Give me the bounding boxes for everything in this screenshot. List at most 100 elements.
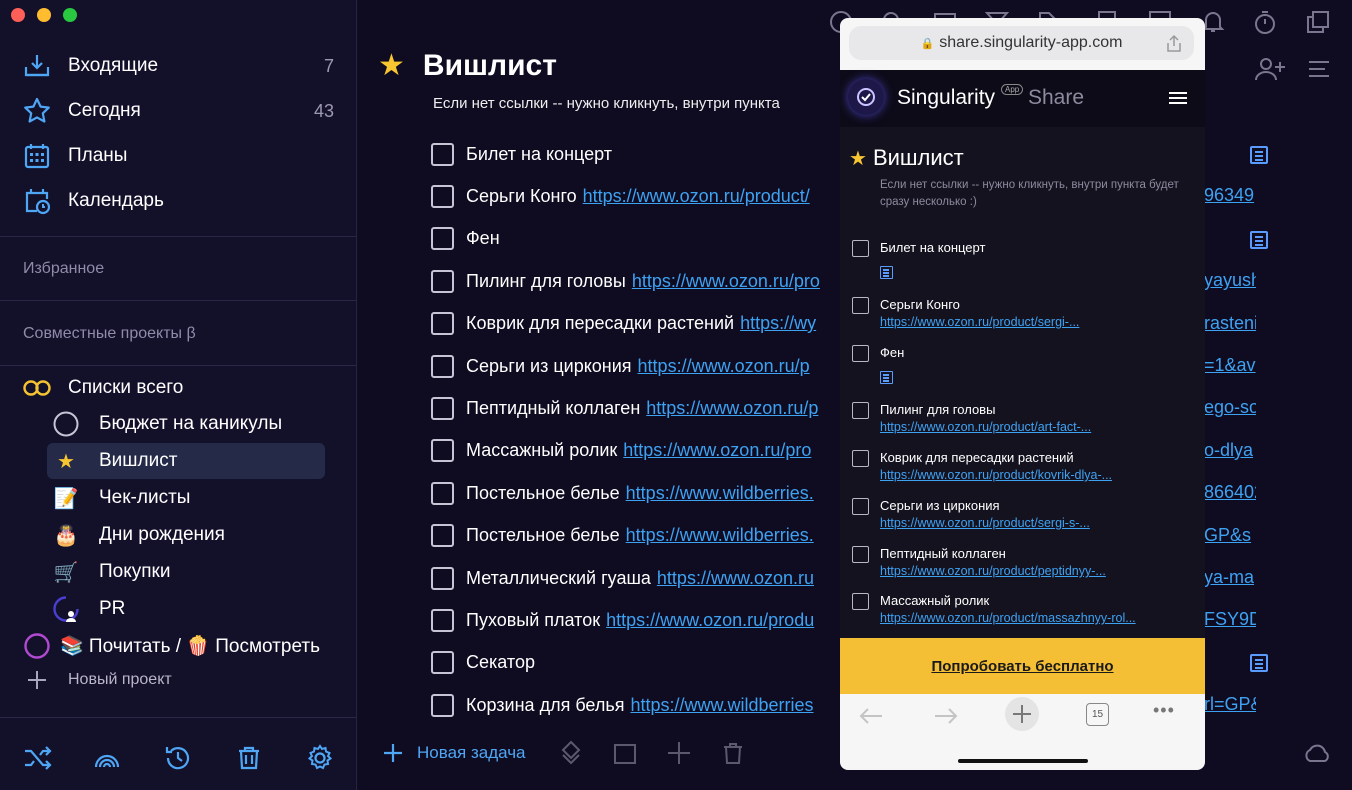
project-item-wishlist[interactable]: ★ Вишлист xyxy=(47,443,325,479)
task-link-fragment[interactable]: ego-so xyxy=(1204,397,1256,418)
task-checkbox[interactable] xyxy=(431,396,454,420)
task-link[interactable]: https://wy xyxy=(740,313,816,334)
project-group-lists[interactable]: Списки всего xyxy=(22,372,334,404)
task-title[interactable]: Металлический гуаша xyxy=(466,568,651,589)
try-free-button[interactable]: Попробовать бесплатно xyxy=(840,638,1205,694)
layers-icon[interactable] xyxy=(558,740,584,766)
task-checkbox[interactable] xyxy=(852,546,869,563)
task-checkbox[interactable] xyxy=(431,269,454,293)
calendar-icon[interactable] xyxy=(612,740,638,766)
task-link[interactable]: https://www.ozon.ru/p xyxy=(646,398,818,419)
task-row[interactable]: Секатор xyxy=(431,649,831,677)
task-title[interactable]: Билет на концерт xyxy=(466,144,612,165)
task-checkbox[interactable] xyxy=(431,227,454,251)
task-checkbox[interactable] xyxy=(431,481,454,505)
task-title[interactable]: Постельное белье xyxy=(466,525,620,546)
task-link[interactable]: https://www.ozon.ru/product/massazhnyy-r… xyxy=(880,611,1136,625)
task-link[interactable]: https://www.ozon.ru/product/ xyxy=(583,186,810,207)
task-checkbox[interactable] xyxy=(852,240,869,257)
task-link[interactable]: https://www.ozon.ru/produ xyxy=(606,610,814,631)
more-dots-icon[interactable]: ••• xyxy=(1153,700,1175,721)
task-title[interactable]: Секатор xyxy=(466,652,535,673)
task-link-fragment[interactable]: 96349 xyxy=(1204,185,1256,206)
task-title[interactable]: Пуховый платок xyxy=(466,610,600,631)
task-link[interactable]: https://www.wildberries. xyxy=(626,483,814,504)
task-checkbox[interactable] xyxy=(431,651,454,675)
task-link[interactable]: https://www.ozon.ru/product/peptidnyy-..… xyxy=(880,564,1106,578)
project-description[interactable]: Если нет ссылки -- нужно кликнуть, внутр… xyxy=(433,95,780,112)
habits-icon[interactable] xyxy=(92,743,122,773)
note-icon[interactable] xyxy=(880,371,893,384)
menu-lines-icon[interactable] xyxy=(1306,56,1332,82)
project-item-budget[interactable]: Бюджет на каникулы xyxy=(47,406,325,442)
task-checkbox[interactable] xyxy=(431,439,454,463)
task-checkbox[interactable] xyxy=(852,297,869,314)
move-icon[interactable] xyxy=(666,740,692,766)
task-link-fragment[interactable]: yayush xyxy=(1204,270,1256,291)
minimize-window-button[interactable] xyxy=(37,8,51,22)
task-link[interactable]: https://www.ozon.ru/product/kovrik-dlya-… xyxy=(880,468,1112,482)
task-title[interactable]: Фен xyxy=(466,228,500,249)
task-link-fragment[interactable]: FSY9D xyxy=(1204,609,1256,630)
task-link[interactable]: https://www.ozon.ru/pro xyxy=(632,271,820,292)
sidebar-item-calendar[interactable]: Календарь xyxy=(22,185,334,217)
forward-arrow-icon[interactable] xyxy=(933,706,959,726)
task-link[interactable]: https://www.ozon.ru/product/sergi-s-... xyxy=(880,516,1090,530)
task-checkbox[interactable] xyxy=(431,566,454,590)
task-row[interactable]: Пилинг для головы https://www.ozon.ru/pro xyxy=(431,267,831,295)
note-icon[interactable] xyxy=(1250,146,1268,164)
task-checkbox[interactable] xyxy=(431,608,454,632)
task-title[interactable]: Коврик для пересадки растений xyxy=(466,313,734,334)
task-link-fragment[interactable]: GP&s xyxy=(1204,525,1256,546)
task-link[interactable]: https://www.ozon.ru/p xyxy=(638,356,810,377)
task-row[interactable]: Пуховый платок https://www.ozon.ru/produ xyxy=(431,606,831,634)
task-link[interactable]: https://www.ozon.ru/pro xyxy=(623,440,811,461)
task-checkbox[interactable] xyxy=(431,354,454,378)
task-link-fragment[interactable]: rasteni xyxy=(1204,313,1256,334)
task-title[interactable]: Массажный ролик xyxy=(466,440,617,461)
task-title[interactable]: Пептидный коллаген xyxy=(466,398,640,419)
cloud-icon[interactable] xyxy=(1302,742,1332,764)
task-link-fragment[interactable]: rl=GP& xyxy=(1204,694,1256,715)
task-link-fragment[interactable]: =1&av xyxy=(1204,355,1256,376)
close-window-button[interactable] xyxy=(11,8,25,22)
task-title[interactable]: Корзина для белья xyxy=(466,695,624,716)
sidebar-item-inbox[interactable]: Входящие 7 xyxy=(22,50,334,82)
note-icon[interactable] xyxy=(1250,231,1268,249)
favorites-section-title[interactable]: Избранное xyxy=(23,260,104,278)
task-checkbox[interactable] xyxy=(852,593,869,610)
task-row[interactable]: Постельное белье https://www.wildberries. xyxy=(431,479,831,507)
task-checkbox[interactable] xyxy=(852,498,869,515)
history-icon[interactable] xyxy=(163,743,193,773)
url-bar[interactable]: 🔒 share.singularity-app.com xyxy=(849,26,1194,60)
add-user-icon[interactable] xyxy=(1254,56,1286,82)
task-checkbox[interactable] xyxy=(431,693,454,717)
gear-icon[interactable] xyxy=(305,743,335,773)
hamburger-menu-icon[interactable] xyxy=(1169,92,1187,94)
task-checkbox[interactable] xyxy=(852,345,869,362)
task-link[interactable]: https://www.ozon.ru xyxy=(657,568,814,589)
sidebar-item-plans[interactable]: Планы xyxy=(22,140,334,172)
task-title[interactable]: Серьги из циркония xyxy=(466,356,632,377)
task-row[interactable]: Фен xyxy=(431,225,831,253)
task-row[interactable]: Пептидный коллаген https://www.ozon.ru/p xyxy=(431,394,831,422)
new-tab-button[interactable] xyxy=(1005,697,1039,731)
task-link[interactable]: https://www.ozon.ru/product/sergi-... xyxy=(880,315,1079,329)
task-link-fragment[interactable]: 866402 xyxy=(1204,482,1256,503)
trash-icon[interactable] xyxy=(234,743,264,773)
zoom-window-button[interactable] xyxy=(63,8,77,22)
sidebar-item-today[interactable]: Сегодня 43 xyxy=(22,95,334,127)
trash-icon[interactable] xyxy=(720,740,746,766)
project-item-birthdays[interactable]: 🎂 Дни рождения xyxy=(47,517,325,553)
task-checkbox[interactable] xyxy=(431,184,454,208)
back-arrow-icon[interactable] xyxy=(858,706,884,726)
note-icon[interactable] xyxy=(1250,654,1268,672)
task-checkbox[interactable] xyxy=(431,312,454,336)
project-item-checklists[interactable]: 📝 Чек-листы xyxy=(47,480,325,516)
task-link[interactable]: https://www.wildberries. xyxy=(626,525,814,546)
task-link-fragment[interactable]: o-dlya xyxy=(1204,440,1256,461)
page-title[interactable]: Вишлист xyxy=(423,49,557,83)
task-row[interactable]: Билет на концерт xyxy=(431,140,831,168)
shuffle-icon[interactable] xyxy=(22,743,52,773)
tabs-count-button[interactable]: 15 xyxy=(1086,703,1109,726)
